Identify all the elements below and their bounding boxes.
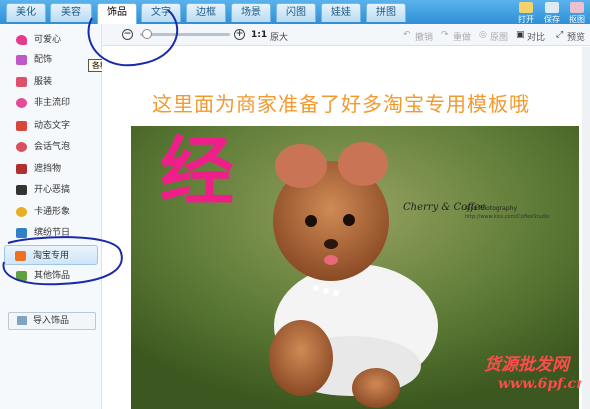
annotation-circle-taobao xyxy=(2,236,123,286)
annotation-overlay xyxy=(2,9,179,286)
annotation-circle-tab xyxy=(87,9,179,67)
